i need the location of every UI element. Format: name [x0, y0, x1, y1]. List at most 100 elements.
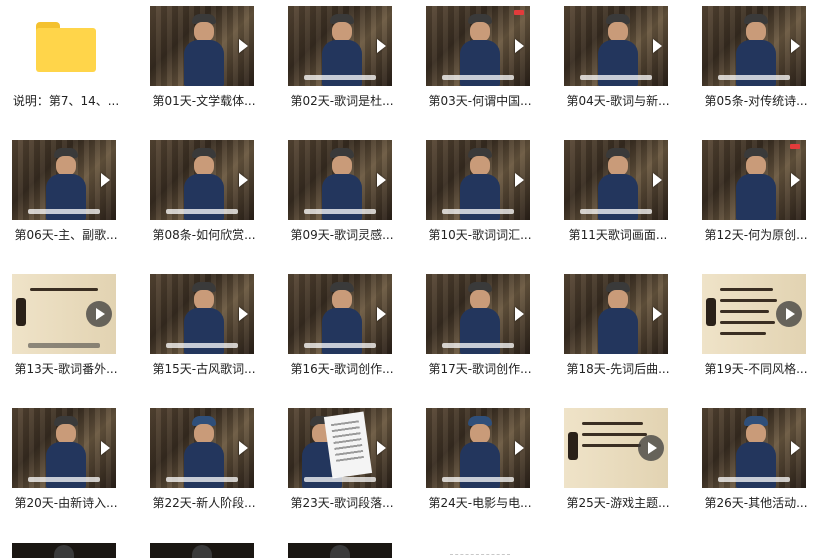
video-item[interactable]: 第13天-歌词番外...	[0, 268, 132, 398]
video-label: 第09天-歌词灵感...	[290, 228, 394, 242]
folder-item[interactable]: 说明：第7、14、...	[0, 0, 132, 130]
video-label: 第06天-主、副歌...	[14, 228, 118, 242]
video-label: 第01天-文学载体...	[152, 94, 256, 108]
folder-icon	[36, 22, 96, 72]
video-thumbnail	[702, 140, 806, 220]
video-thumbnail	[564, 408, 668, 488]
video-thumbnail	[288, 274, 392, 354]
video-thumbnail-partial[interactable]	[288, 543, 392, 558]
video-label: 第23天-歌词段落...	[290, 496, 394, 510]
video-thumbnail	[150, 408, 254, 488]
video-item[interactable]: 第19天-不同风格...	[690, 268, 816, 398]
play-icon	[515, 307, 524, 321]
video-item[interactable]: 第16天-歌词创作...	[276, 268, 408, 398]
play-icon	[239, 441, 248, 455]
play-icon	[791, 173, 800, 187]
play-icon	[377, 173, 386, 187]
play-icon	[653, 39, 662, 53]
play-icon	[239, 173, 248, 187]
video-thumbnail	[12, 274, 116, 354]
video-thumbnail	[288, 140, 392, 220]
play-icon	[101, 441, 110, 455]
video-item[interactable]: 第24天-电影与电...	[414, 402, 546, 532]
selection-marquee	[450, 554, 510, 556]
video-item[interactable]: 第20天-由新诗入...	[0, 402, 132, 532]
video-item[interactable]: 第10天-歌词词汇...	[414, 134, 546, 264]
video-item[interactable]: 第18天-先词后曲...	[552, 268, 684, 398]
video-thumbnail	[426, 274, 530, 354]
play-icon	[377, 307, 386, 321]
video-label: 第11天歌词画面...	[568, 228, 668, 242]
play-icon	[377, 39, 386, 53]
video-item[interactable]: 第03天-何谓中国...	[414, 0, 546, 130]
video-item[interactable]: 第01天-文学载体...	[138, 0, 270, 130]
video-label: 第03天-何谓中国...	[428, 94, 532, 108]
video-thumbnail	[702, 6, 806, 86]
play-icon	[776, 301, 802, 327]
video-thumbnail	[288, 6, 392, 86]
video-thumbnail	[426, 140, 530, 220]
play-icon	[377, 441, 386, 455]
video-item[interactable]: 第11天歌词画面...	[552, 134, 684, 264]
video-item[interactable]: 第23天-歌词段落...	[276, 402, 408, 532]
video-thumbnail	[426, 6, 530, 86]
play-icon	[515, 39, 524, 53]
play-icon	[86, 301, 112, 327]
video-label: 第02天-歌词是杜...	[290, 94, 394, 108]
play-icon	[653, 173, 662, 187]
video-label: 第25天-游戏主题...	[566, 496, 670, 510]
video-label: 第18天-先词后曲...	[566, 362, 670, 376]
play-icon	[638, 435, 664, 461]
video-label: 第04天-歌词与新...	[566, 94, 670, 108]
video-item[interactable]: 第17天-歌词创作...	[414, 268, 546, 398]
video-label: 第12天-何为原创...	[704, 228, 808, 242]
play-icon	[791, 441, 800, 455]
video-item[interactable]: 第02天-歌词是杜...	[276, 0, 408, 130]
video-thumbnail	[564, 274, 668, 354]
video-thumbnail	[702, 274, 806, 354]
video-label: 第24天-电影与电...	[428, 496, 532, 510]
video-item[interactable]: 第12天-何为原创...	[690, 134, 816, 264]
video-label: 第15天-古风歌词...	[152, 362, 256, 376]
video-item[interactable]: 第26天-其他活动...	[690, 402, 816, 532]
video-thumbnail	[564, 140, 668, 220]
folder-label: 说明：第7、14、...	[12, 94, 120, 108]
play-icon	[239, 39, 248, 53]
video-label: 第22天-新人阶段...	[152, 496, 256, 510]
video-label: 第08条-如何欣赏...	[152, 228, 256, 242]
file-grid: 说明：第7、14、... 第01天-文学载体... 第02天-歌词是杜... 第…	[0, 0, 816, 558]
video-label: 第10天-歌词词汇...	[428, 228, 532, 242]
video-label: 第16天-歌词创作...	[290, 362, 394, 376]
video-label: 第19天-不同风格...	[704, 362, 808, 376]
play-icon	[239, 307, 248, 321]
video-label: 第20天-由新诗入...	[14, 496, 118, 510]
video-item[interactable]: 第04天-歌词与新...	[552, 0, 684, 130]
play-icon	[515, 173, 524, 187]
video-label: 第13天-歌词番外...	[14, 362, 118, 376]
video-thumbnail	[12, 140, 116, 220]
video-thumbnail	[564, 6, 668, 86]
video-item[interactable]: 第08条-如何欣赏...	[138, 134, 270, 264]
video-thumbnail-partial[interactable]	[12, 543, 116, 558]
play-icon	[515, 441, 524, 455]
video-thumbnail	[426, 408, 530, 488]
play-icon	[653, 307, 662, 321]
video-label: 第26天-其他活动...	[704, 496, 808, 510]
video-label: 第17天-歌词创作...	[428, 362, 532, 376]
video-thumbnail	[702, 408, 806, 488]
video-thumbnail	[150, 140, 254, 220]
video-item[interactable]: 第25天-游戏主题...	[552, 402, 684, 532]
video-label: 第05条-对传统诗...	[704, 94, 808, 108]
video-item[interactable]: 第22天-新人阶段...	[138, 402, 270, 532]
video-thumbnail	[150, 6, 254, 86]
video-item[interactable]: 第15天-古风歌词...	[138, 268, 270, 398]
video-thumbnail	[12, 408, 116, 488]
video-item[interactable]: 第05条-对传统诗...	[690, 0, 816, 130]
video-thumbnail	[150, 274, 254, 354]
play-icon	[101, 173, 110, 187]
play-icon	[791, 39, 800, 53]
video-item[interactable]: 第09天-歌词灵感...	[276, 134, 408, 264]
video-thumbnail-partial[interactable]	[150, 543, 254, 558]
video-item[interactable]: 第06天-主、副歌...	[0, 134, 132, 264]
video-thumbnail	[288, 408, 392, 488]
